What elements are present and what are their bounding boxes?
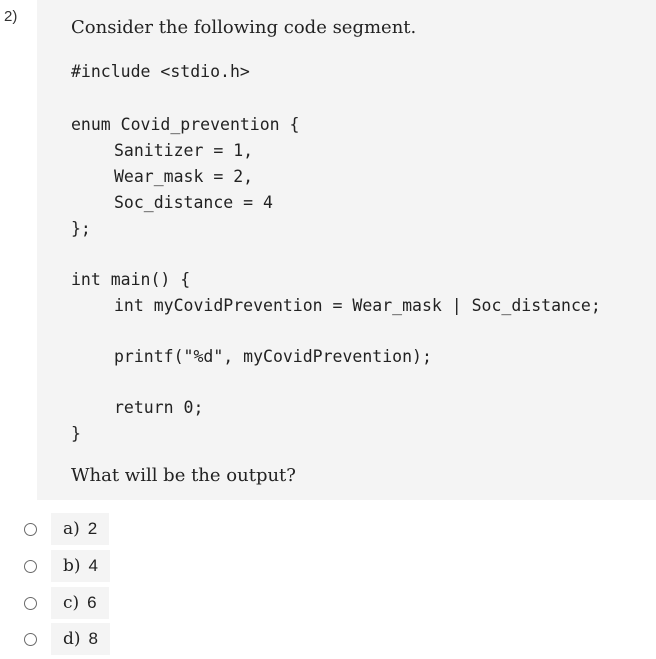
radio-button-c[interactable]	[24, 596, 37, 610]
option-b-label[interactable]: b) 4	[51, 550, 110, 582]
code-line-assignment: int myCovidPrevention = Wear_mask | Soc_…	[114, 296, 601, 315]
code-line-soc-distance: Soc_distance = 4	[114, 193, 273, 212]
option-a[interactable]: a) 2	[24, 513, 110, 545]
option-b[interactable]: b) 4	[24, 550, 110, 582]
code-line-main-close: }	[71, 424, 81, 443]
option-c[interactable]: c) 6	[24, 587, 109, 619]
option-a-value: 2	[87, 519, 98, 538]
option-d[interactable]: d) 8	[24, 623, 110, 655]
code-line-enum-close: };	[71, 219, 91, 238]
question-prompt: What will be the output?	[71, 465, 296, 486]
code-line-sanitizer: Sanitizer = 1,	[114, 141, 254, 160]
code-line-wear-mask: Wear_mask = 2,	[114, 167, 254, 186]
radio-button-a[interactable]	[24, 522, 37, 536]
option-a-letter: a)	[63, 519, 80, 539]
option-b-letter: b)	[63, 556, 81, 576]
question-intro: Consider the following code segment.	[71, 17, 417, 38]
option-a-label[interactable]: a) 2	[51, 513, 110, 545]
option-c-value: 6	[87, 593, 97, 612]
option-d-label[interactable]: d) 8	[51, 623, 110, 655]
option-b-value: 4	[88, 556, 98, 575]
code-line-return: return 0;	[114, 398, 204, 417]
question-number: 2)	[4, 8, 18, 25]
radio-button-d[interactable]	[24, 632, 37, 646]
option-d-value: 8	[88, 629, 98, 648]
code-line-include: #include <stdio.h>	[71, 62, 250, 81]
option-c-letter: c)	[63, 593, 80, 613]
radio-button-b[interactable]	[24, 559, 37, 573]
code-line-printf: printf("%d", myCovidPrevention);	[114, 347, 432, 366]
code-line-main-open: int main() {	[71, 270, 191, 289]
option-d-letter: d)	[63, 629, 81, 649]
code-line-enum-open: enum Covid_prevention {	[71, 115, 300, 134]
option-c-label[interactable]: c) 6	[51, 587, 109, 619]
